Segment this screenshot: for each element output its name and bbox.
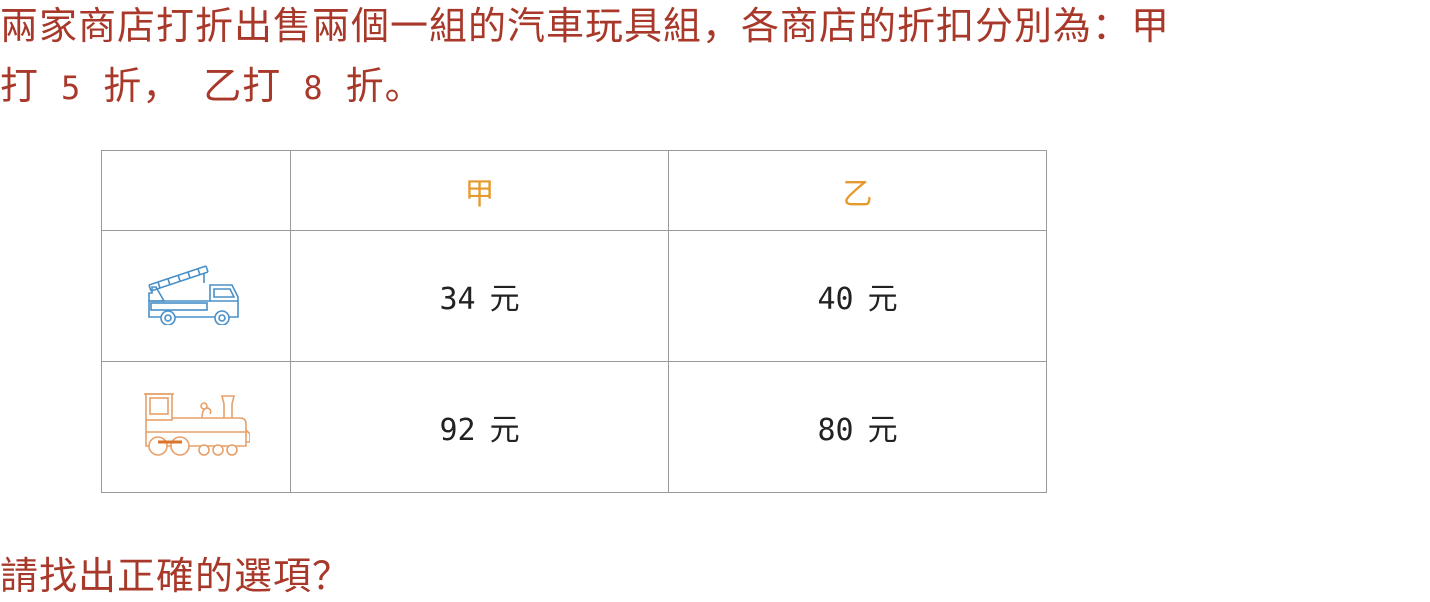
header-store-a: 甲: [290, 150, 669, 231]
table-row: 34 元 40 元: [101, 230, 1047, 362]
steam-train-icon: [142, 390, 251, 464]
price-value: 80: [817, 413, 854, 448]
table-row: 92 元 80 元: [101, 361, 1047, 493]
discount-word: 乙打: [203, 64, 282, 108]
price-cell-b: 40 元: [668, 230, 1047, 362]
header-empty-cell: [101, 150, 291, 231]
price-unit: 元: [867, 282, 898, 317]
price-table: 甲 乙 34 元 40 元 92 元 80 元: [101, 150, 1047, 493]
discount-word: 打: [0, 64, 40, 108]
discount-word: 折。: [345, 64, 424, 108]
discount-b-value: 8: [303, 69, 324, 107]
price-cell-a: 34 元: [290, 230, 669, 362]
price-value: 40: [817, 282, 854, 317]
table-header-row: 甲 乙: [101, 150, 1047, 231]
price-cell-b: 80 元: [668, 361, 1047, 493]
question-prompt: 請找出正確的選項？: [0, 554, 352, 598]
toy-icon-cell: [101, 361, 291, 493]
discount-word: 折，: [103, 64, 182, 108]
fire-truck-icon: [146, 263, 246, 329]
header-store-b: 乙: [668, 150, 1047, 231]
question-line-2: 打 5 折， 乙打 8 折。: [0, 62, 424, 112]
price-unit: 元: [489, 413, 520, 448]
price-value: 92: [439, 413, 476, 448]
price-value: 34: [439, 282, 476, 317]
price-unit: 元: [489, 282, 520, 317]
discount-a-value: 5: [61, 69, 82, 107]
toy-icon-cell: [101, 230, 291, 362]
price-cell-a: 92 元: [290, 361, 669, 493]
question-line-1: 兩家商店打折出售兩個一組的汽車玩具組，各商店的折扣分別為：甲: [0, 4, 1171, 48]
price-unit: 元: [867, 413, 898, 448]
